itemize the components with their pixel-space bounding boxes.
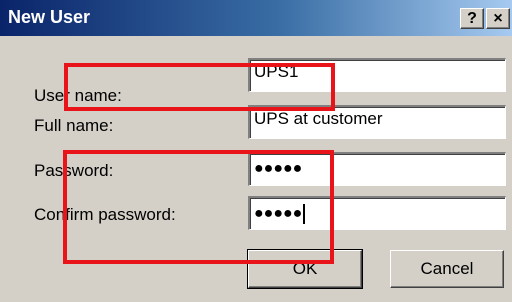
cancel-label: Cancel bbox=[420, 259, 474, 278]
confirm-password-mask: ●●●●● bbox=[254, 205, 303, 223]
new-user-dialog: New User ? × User name: UPS1 Full name: … bbox=[0, 0, 512, 302]
close-button[interactable]: × bbox=[486, 8, 510, 29]
confirm-password-field[interactable]: ●●●●● bbox=[248, 196, 506, 230]
title-bar[interactable]: New User ? × bbox=[0, 0, 512, 36]
username-label: User name: bbox=[34, 86, 122, 105]
password-label: Password: bbox=[34, 161, 114, 180]
window-title: New User bbox=[8, 7, 91, 27]
fullname-label: Full name: bbox=[34, 116, 114, 135]
close-icon: × bbox=[493, 9, 503, 27]
ok-button[interactable]: OK bbox=[247, 249, 363, 289]
username-value: UPS1 bbox=[254, 62, 299, 81]
fullname-field[interactable]: UPS at customer bbox=[248, 105, 506, 139]
help-icon: ? bbox=[467, 9, 477, 27]
username-field[interactable]: UPS1 bbox=[248, 58, 506, 92]
fullname-value: UPS at customer bbox=[254, 109, 383, 128]
password-field[interactable]: ●●●●● bbox=[248, 152, 506, 186]
ok-label: OK bbox=[292, 259, 318, 278]
password-mask: ●●●●● bbox=[254, 160, 303, 177]
cancel-button[interactable]: Cancel bbox=[390, 250, 504, 288]
confirm-password-label: Confirm password: bbox=[34, 205, 176, 224]
text-caret bbox=[303, 204, 306, 224]
help-button[interactable]: ? bbox=[460, 8, 484, 29]
